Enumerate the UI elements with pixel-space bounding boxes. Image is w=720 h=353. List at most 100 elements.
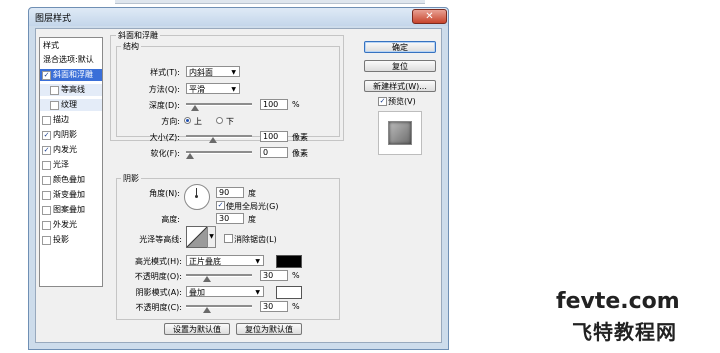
style-list-item[interactable]: ✓ 内发光 xyxy=(40,144,102,156)
angle-label: 角度(N): xyxy=(149,189,180,198)
style-select[interactable]: 内斜面 ▼ xyxy=(186,66,240,77)
slider-thumb[interactable] xyxy=(203,307,211,313)
depth-slider[interactable] xyxy=(186,100,252,111)
shadow-opacity-unit: % xyxy=(292,302,300,311)
gloss-contour-picker[interactable] xyxy=(186,226,208,248)
shadow-mode-select[interactable]: 叠加 ▼ xyxy=(186,286,264,297)
highlight-opacity-slider[interactable] xyxy=(186,271,252,282)
style-list-item[interactable]: 图案叠加 xyxy=(40,204,102,216)
style-list-item[interactable]: 纹理 xyxy=(40,99,102,111)
direction-down-radio[interactable] xyxy=(216,117,223,124)
style-checkbox[interactable] xyxy=(42,221,51,230)
preview-swatch xyxy=(388,121,412,145)
style-list-item[interactable]: 混合选项:默认 xyxy=(40,54,102,66)
size-label: 大小(Z): xyxy=(149,133,180,142)
slider-thumb[interactable] xyxy=(209,137,217,143)
ok-button[interactable]: 确定 xyxy=(364,41,436,53)
style-list-item[interactable]: ✓ 内阴影 xyxy=(40,129,102,141)
style-list-item[interactable]: 光泽 xyxy=(40,159,102,171)
style-list: 样式 混合选项:默认 ✓ 斜面和浮雕 等高线 纹理 描边 ✓ 内阴影 ✓ 内发光 光泽 颜色叠加 渐变叠… xyxy=(39,37,103,287)
depth-unit: % xyxy=(292,100,300,109)
highlight-opacity-input[interactable]: 30 xyxy=(260,270,288,281)
style-list-item-label: 投影 xyxy=(53,235,69,244)
style-list-item[interactable]: 等高线 xyxy=(40,84,102,96)
structure-title: 结构 xyxy=(121,41,141,52)
style-checkbox[interactable] xyxy=(42,116,51,125)
style-list-item-label: 纹理 xyxy=(61,100,77,109)
highlight-color-swatch[interactable] xyxy=(276,255,302,268)
preview-label: 预览(V) xyxy=(388,97,416,106)
shadow-color-swatch[interactable] xyxy=(276,286,302,299)
size-input[interactable]: 100 xyxy=(260,131,288,142)
depth-input[interactable]: 100 xyxy=(260,99,288,110)
soften-input[interactable]: 0 xyxy=(260,147,288,158)
style-checkbox[interactable] xyxy=(42,236,51,245)
style-checkbox[interactable]: ✓ xyxy=(42,146,51,155)
contour-dropdown-arrow-icon[interactable]: ▼ xyxy=(207,226,216,248)
reset-default-button[interactable]: 复位为默认值 xyxy=(236,323,302,335)
global-light-label: 使用全局光(G) xyxy=(226,202,279,211)
style-preview-box xyxy=(378,111,422,155)
highlight-mode-label: 高光模式(H): xyxy=(135,257,182,266)
soften-unit: 像素 xyxy=(292,149,308,158)
global-light-checkbox[interactable]: ✓ xyxy=(216,201,225,210)
style-checkbox[interactable]: ✓ xyxy=(42,71,51,80)
size-slider[interactable] xyxy=(186,132,252,143)
slider-thumb[interactable] xyxy=(191,105,199,111)
soften-slider[interactable] xyxy=(186,148,252,159)
style-list-item-label: 描边 xyxy=(53,115,69,124)
style-list-item-label: 渐变叠加 xyxy=(53,190,85,199)
altitude-input[interactable]: 30 xyxy=(216,213,244,224)
reset-button[interactable]: 复位 xyxy=(364,60,436,72)
background-window-edge xyxy=(115,0,425,4)
angle-dial[interactable] xyxy=(184,184,210,210)
angle-center xyxy=(195,195,198,198)
shadow-opacity-label: 不透明度(C): xyxy=(135,303,182,312)
highlight-opacity-unit: % xyxy=(292,271,300,280)
altitude-label: 高度: xyxy=(161,215,180,224)
style-list-item-label: 外发光 xyxy=(53,220,77,229)
size-unit: 像素 xyxy=(292,133,308,142)
technique-select[interactable]: 平滑 ▼ xyxy=(186,83,240,94)
new-style-button[interactable]: 新建样式(W)... xyxy=(364,80,436,92)
slider-thumb[interactable] xyxy=(186,153,194,159)
style-list-item[interactable]: 颜色叠加 xyxy=(40,174,102,186)
style-list-item-label: 颜色叠加 xyxy=(53,175,85,184)
direction-label: 方向: xyxy=(161,117,180,126)
style-list-item-label: 内阴影 xyxy=(53,130,77,139)
shadow-opacity-input[interactable]: 30 xyxy=(260,301,288,312)
shadow-opacity-slider[interactable] xyxy=(186,302,252,313)
style-checkbox[interactable] xyxy=(42,206,51,215)
style-label: 样式(T): xyxy=(150,68,180,77)
style-list-item[interactable]: 投影 xyxy=(40,234,102,246)
style-checkbox[interactable] xyxy=(42,161,51,170)
highlight-mode-select[interactable]: 正片叠底 ▼ xyxy=(186,255,264,266)
angle-input[interactable]: 90 xyxy=(216,187,244,198)
style-checkbox[interactable] xyxy=(50,101,59,110)
preview-checkbox[interactable]: ✓ xyxy=(378,97,387,106)
style-checkbox[interactable]: ✓ xyxy=(42,131,51,140)
window-title: 图层样式 xyxy=(35,14,72,24)
style-checkbox[interactable] xyxy=(50,86,59,95)
slider-thumb[interactable] xyxy=(203,276,211,282)
style-checkbox[interactable] xyxy=(42,191,51,200)
style-list-item[interactable]: 渐变叠加 xyxy=(40,189,102,201)
antialias-label: 消除锯齿(L) xyxy=(234,235,277,244)
style-list-item[interactable]: ✓ 斜面和浮雕 xyxy=(40,69,102,81)
close-icon: ✕ xyxy=(425,11,434,22)
soften-label: 软化(F): xyxy=(150,149,180,158)
antialias-checkbox[interactable] xyxy=(224,234,233,243)
style-list-item[interactable]: 外发光 xyxy=(40,219,102,231)
altitude-unit: 度 xyxy=(248,215,256,224)
style-list-item[interactable]: 描边 xyxy=(40,114,102,126)
make-default-button[interactable]: 设置为默认值 xyxy=(164,323,230,335)
style-list-item-label: 图案叠加 xyxy=(53,205,85,214)
shading-group xyxy=(116,178,340,320)
close-button[interactable]: ✕ xyxy=(412,9,447,24)
direction-up-radio[interactable] xyxy=(184,117,191,124)
style-checkbox[interactable] xyxy=(42,176,51,185)
dropdown-arrow-icon: ▼ xyxy=(231,86,236,93)
style-list-header: 样式 xyxy=(43,41,59,50)
angle-unit: 度 xyxy=(248,189,256,198)
watermark-site-name: 飞特教程网 xyxy=(572,320,677,344)
